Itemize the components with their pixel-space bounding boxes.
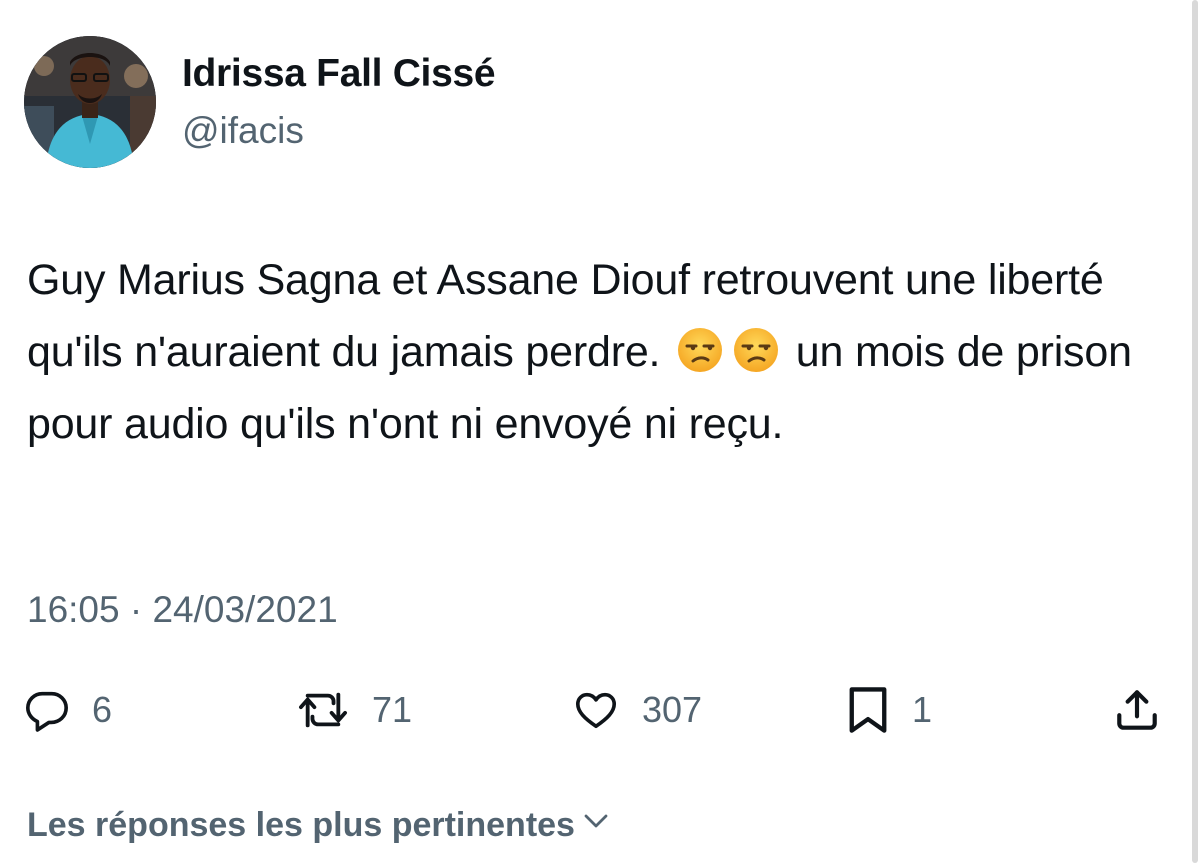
unamused-face-icon: [732, 324, 780, 372]
tweet-actions-bar: 6 71 307 1: [0, 680, 1200, 740]
chevron-down-icon: [575, 806, 611, 845]
retweet-icon: [296, 687, 350, 733]
author-handle[interactable]: @ifacis: [182, 110, 304, 152]
author-name[interactable]: Idrissa Fall Cissé: [182, 52, 496, 96]
like-button[interactable]: 307: [572, 680, 702, 740]
tweet-timestamp[interactable]: 16:05 · 24/03/2021: [27, 589, 338, 631]
replies-sort-label: Les réponses les plus pertinentes: [27, 806, 575, 844]
share-button[interactable]: [1112, 680, 1162, 740]
retweet-button[interactable]: 71: [296, 680, 412, 740]
author-avatar[interactable]: [24, 36, 156, 168]
scrollbar[interactable]: [1192, 0, 1198, 863]
replies-sort-dropdown[interactable]: Les réponses les plus pertinentes: [27, 806, 611, 845]
retweet-count: 71: [372, 689, 413, 730]
reply-button[interactable]: 6: [24, 680, 112, 740]
reply-icon: [24, 687, 70, 733]
bookmark-icon: [846, 684, 890, 736]
like-count: 307: [642, 689, 703, 730]
reply-count: 6: [92, 689, 113, 730]
bookmark-button[interactable]: 1: [846, 680, 932, 740]
share-icon: [1112, 685, 1162, 735]
unamused-face-icon: [676, 324, 724, 372]
heart-icon: [572, 687, 620, 733]
avatar-photo: [24, 36, 156, 168]
tweet-text: Guy Marius Sagna et Assane Diouf retrouv…: [27, 244, 1177, 460]
bookmark-count: 1: [912, 689, 933, 730]
